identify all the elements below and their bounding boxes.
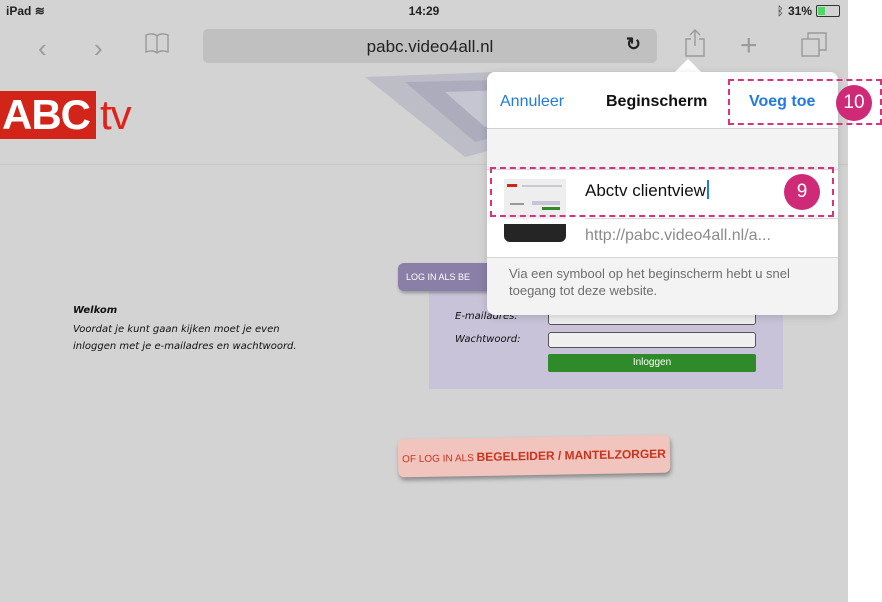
- welcome-line-2: inloggen met je e-mailadres en wachtwoor…: [73, 341, 297, 352]
- welcome-title: Welkom: [73, 305, 118, 316]
- welcome-line-1: Voordat je kunt gaan kijken moet je even: [73, 324, 280, 335]
- step-badge-10: 10: [836, 85, 872, 121]
- tabs-icon[interactable]: [800, 31, 828, 63]
- abctv-logo: ABC tv: [0, 91, 132, 139]
- title-field-highlight: [490, 167, 834, 217]
- status-bar: iPad ≋ 14:29 ᛒ 31%: [0, 0, 848, 22]
- password-label: Wachtwoord:: [455, 334, 521, 345]
- popover-hint: Via een symbool op het beginscherm hebt …: [509, 266, 790, 298]
- password-field[interactable]: [548, 332, 756, 348]
- reload-icon[interactable]: ↻: [626, 34, 641, 55]
- cancel-button[interactable]: Annuleer: [500, 93, 564, 111]
- clock: 14:29: [408, 4, 440, 18]
- popover-title: Beginscherm: [606, 93, 708, 110]
- begeleider-login-button[interactable]: OF LOG IN ALS BEGELEIDER / MANTELZORGER: [397, 434, 671, 478]
- welcome-text: Welkom Voordat je kunt gaan kijken moet …: [73, 305, 297, 352]
- login-button[interactable]: Inloggen: [548, 354, 756, 372]
- back-icon[interactable]: ‹: [38, 35, 47, 61]
- bluetooth-icon: ᛒ: [776, 4, 784, 18]
- address-bar[interactable]: pabc.video4all.nl ↻: [203, 29, 657, 63]
- bookmarks-icon[interactable]: [144, 32, 170, 58]
- battery-icon: [816, 5, 840, 17]
- forward-icon[interactable]: ›: [94, 35, 103, 61]
- battery-status: ᛒ 31%: [777, 4, 840, 18]
- step-badge-9: 9: [784, 174, 820, 210]
- battery-percent: 31%: [787, 4, 812, 18]
- share-icon[interactable]: [684, 28, 706, 62]
- new-tab-icon[interactable]: +: [740, 31, 758, 61]
- bookmark-url: http://pabc.video4all.nl/a...: [585, 227, 771, 244]
- row-divider: [585, 218, 838, 219]
- ipad-screen: iPad ≋ 14:29 ᛒ 31% ‹ › + pabc.video4all.…: [0, 0, 848, 602]
- address-text: pabc.video4all.nl: [366, 37, 494, 56]
- site-icon-preview: [504, 224, 566, 242]
